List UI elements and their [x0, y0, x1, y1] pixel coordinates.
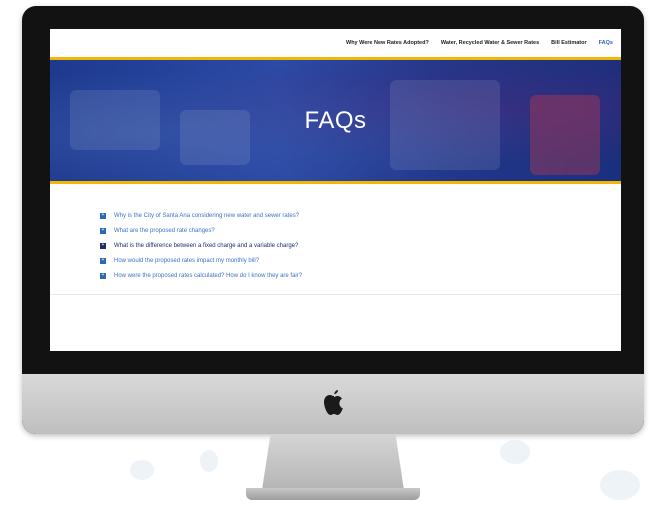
plus-square-icon: +: [100, 272, 106, 279]
nav-link-bill-estimator[interactable]: Bill Estimator: [551, 40, 586, 46]
background-drop: [500, 440, 530, 464]
screen: Why Were New Rates Adopted? Water, Recyc…: [50, 29, 621, 351]
plus-square-icon: +: [100, 212, 106, 219]
nav-link-why-new-rates[interactable]: Why Were New Rates Adopted?: [346, 40, 429, 46]
hero-banner: FAQs: [50, 57, 621, 184]
background-drop: [200, 450, 218, 472]
background-drop: [600, 470, 640, 500]
faq-question: What is the difference between a fixed c…: [114, 242, 299, 249]
top-navigation: Why Were New Rates Adopted? Water, Recyc…: [50, 29, 621, 57]
faq-question: How would the proposed rates impact my m…: [114, 257, 260, 264]
nav-link-faqs[interactable]: FAQs: [599, 40, 613, 46]
faq-item[interactable]: + Why is the City of Santa Ana consideri…: [100, 209, 580, 223]
apple-logo-icon: [321, 388, 347, 418]
nav-link-rates[interactable]: Water, Recycled Water & Sewer Rates: [441, 40, 539, 46]
monitor-stand-base: [246, 488, 420, 500]
faq-item[interactable]: + How would the proposed rates impact my…: [100, 254, 580, 268]
faq-list: + Why is the City of Santa Ana consideri…: [100, 209, 580, 284]
faq-question: What are the proposed rate changes?: [114, 227, 215, 234]
faq-item[interactable]: + What is the difference between a fixed…: [100, 239, 580, 253]
plus-square-icon: +: [100, 257, 106, 264]
plus-square-icon: +: [100, 227, 106, 234]
monitor-stand: [262, 434, 404, 490]
background-drop: [130, 460, 154, 480]
page-title: FAQs: [304, 106, 367, 134]
plus-square-icon: +: [100, 242, 106, 249]
faq-item[interactable]: + How were the proposed rates calculated…: [100, 269, 580, 283]
faq-item[interactable]: + What are the proposed rate changes?: [100, 224, 580, 238]
faq-question: How were the proposed rates calculated? …: [114, 272, 303, 279]
section-divider: [50, 294, 621, 295]
faq-question: Why is the City of Santa Ana considering…: [114, 212, 300, 219]
